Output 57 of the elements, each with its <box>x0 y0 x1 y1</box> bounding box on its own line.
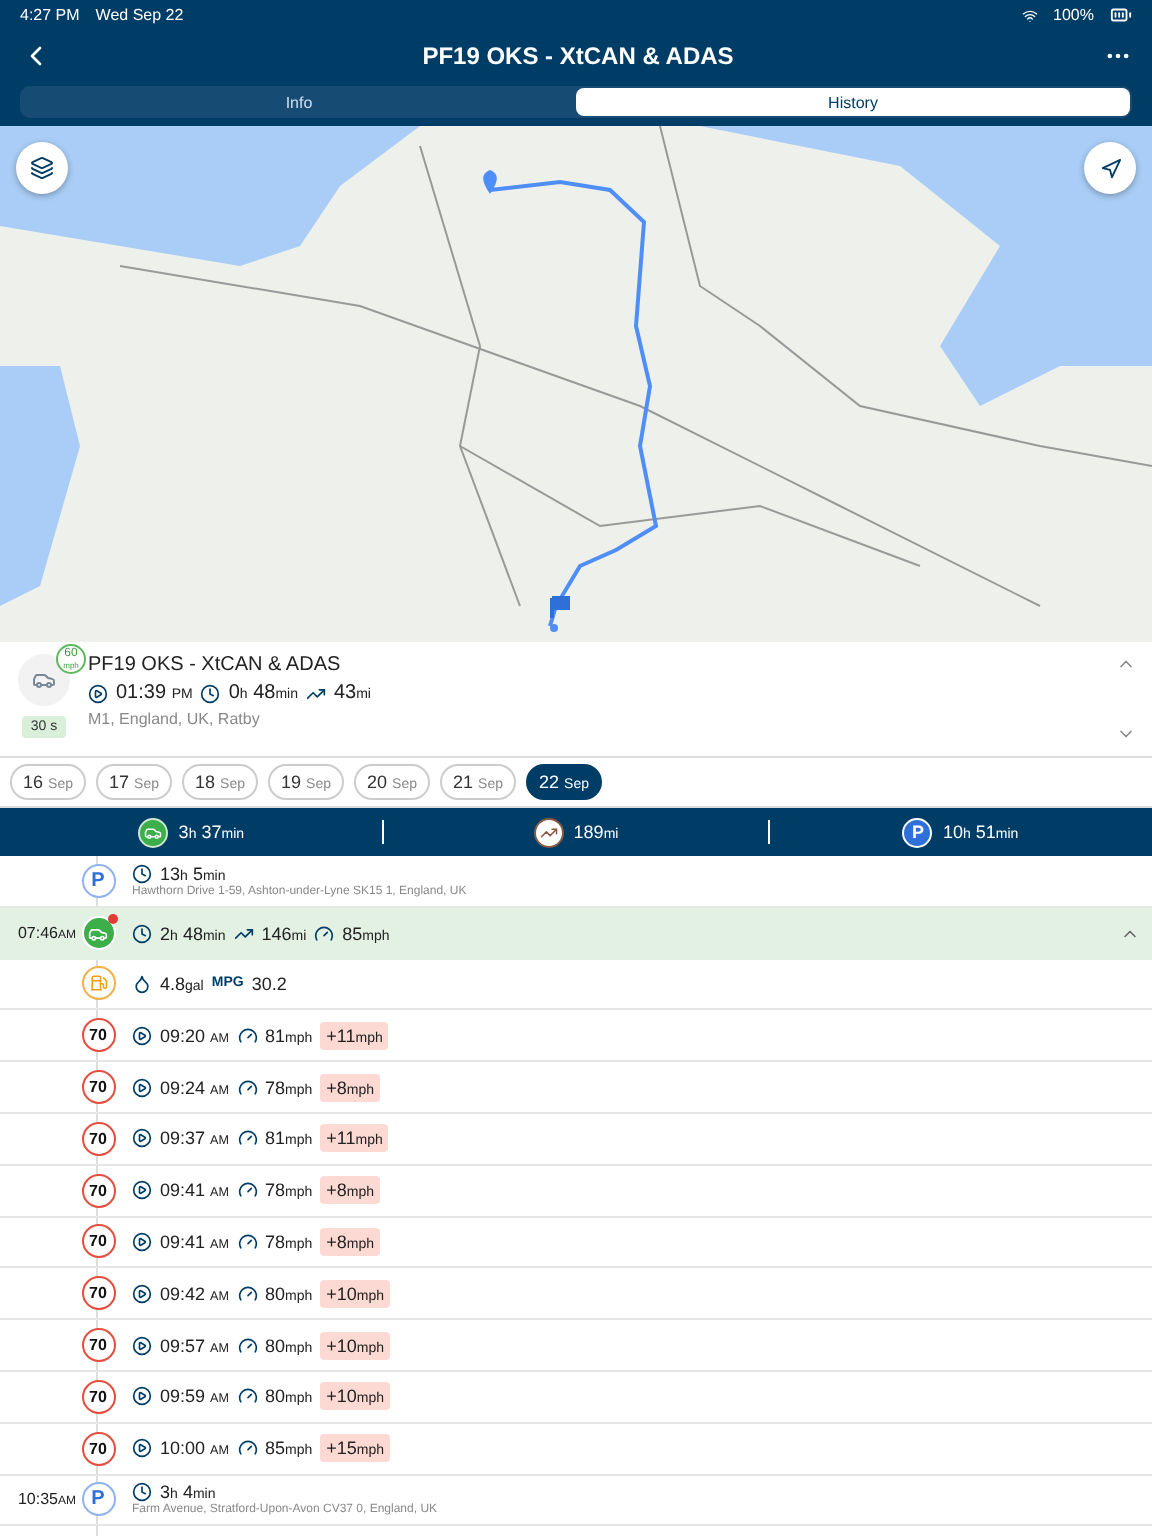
trend-icon <box>233 923 254 944</box>
tab[interactable]: Info <box>22 88 576 116</box>
droplet-icon <box>132 973 152 994</box>
trend-icon <box>533 817 564 847</box>
speed-limit-sign: 70 <box>81 1276 115 1311</box>
speedometer-icon <box>237 1335 257 1356</box>
play-icon <box>88 683 108 703</box>
clock-icon <box>132 1482 152 1503</box>
play-icon <box>132 1025 152 1046</box>
play-icon <box>132 1128 152 1149</box>
clock-icon <box>200 683 221 703</box>
car-icon <box>81 916 115 951</box>
speedometer-icon <box>237 1231 257 1252</box>
speedometer-icon <box>237 1180 257 1201</box>
speed-limit-sign: 70 <box>81 1070 115 1105</box>
speedometer-icon <box>237 1025 257 1046</box>
clock-icon <box>132 863 152 884</box>
tab[interactable]: History <box>576 88 1130 116</box>
layers-icon <box>30 156 54 180</box>
parking-icon: P <box>902 817 933 847</box>
play-icon <box>132 1077 152 1098</box>
status-time: 4:27 PM <box>20 6 80 24</box>
speedometer-icon <box>237 1128 257 1149</box>
speedometer-icon <box>237 1077 257 1098</box>
car-icon <box>32 668 56 692</box>
speedometer-icon <box>237 1386 257 1407</box>
vehicle-title: PF19 OKS - XtCAN & ADAS <box>88 654 343 676</box>
address-text: M1, England, UK, Ratby <box>88 710 262 728</box>
status-date: Wed Sep 22 <box>95 6 184 24</box>
fuel-icon <box>81 966 115 1001</box>
play-icon <box>132 1335 152 1356</box>
trend-icon <box>305 683 326 703</box>
speed-limit-sign: 70 <box>81 1224 115 1259</box>
speedometer-icon <box>237 1283 257 1304</box>
battery-text: 100% <box>1053 6 1094 24</box>
navigation-arrow-icon <box>1099 157 1121 179</box>
battery-icon <box>1110 4 1132 26</box>
clock-icon <box>132 923 152 944</box>
speed-limit-sign: 70 <box>81 1431 115 1466</box>
mpg-text: 30.2 <box>251 973 287 994</box>
wifi-icon <box>1021 7 1038 23</box>
play-icon <box>132 1180 152 1201</box>
speedometer-icon <box>314 923 335 944</box>
parking-icon: P <box>81 863 115 898</box>
parking-icon: P <box>81 1482 115 1517</box>
window-title: PF19 OKS - XtCAN & ADAS <box>420 42 736 70</box>
speed-limit-sign: 70 <box>81 1173 115 1208</box>
speed-limit-sign: 70 <box>81 1379 115 1414</box>
play-icon <box>132 1231 152 1252</box>
speed-limit-sign: 70 <box>81 1018 115 1053</box>
play-icon <box>132 1386 152 1407</box>
car-icon <box>138 817 169 847</box>
play-icon <box>132 1438 152 1459</box>
speed-limit-sign: 70 <box>81 1328 115 1363</box>
speedometer-icon <box>237 1438 257 1459</box>
play-icon <box>132 1283 152 1304</box>
speed-limit-sign: 70 <box>81 1121 115 1156</box>
